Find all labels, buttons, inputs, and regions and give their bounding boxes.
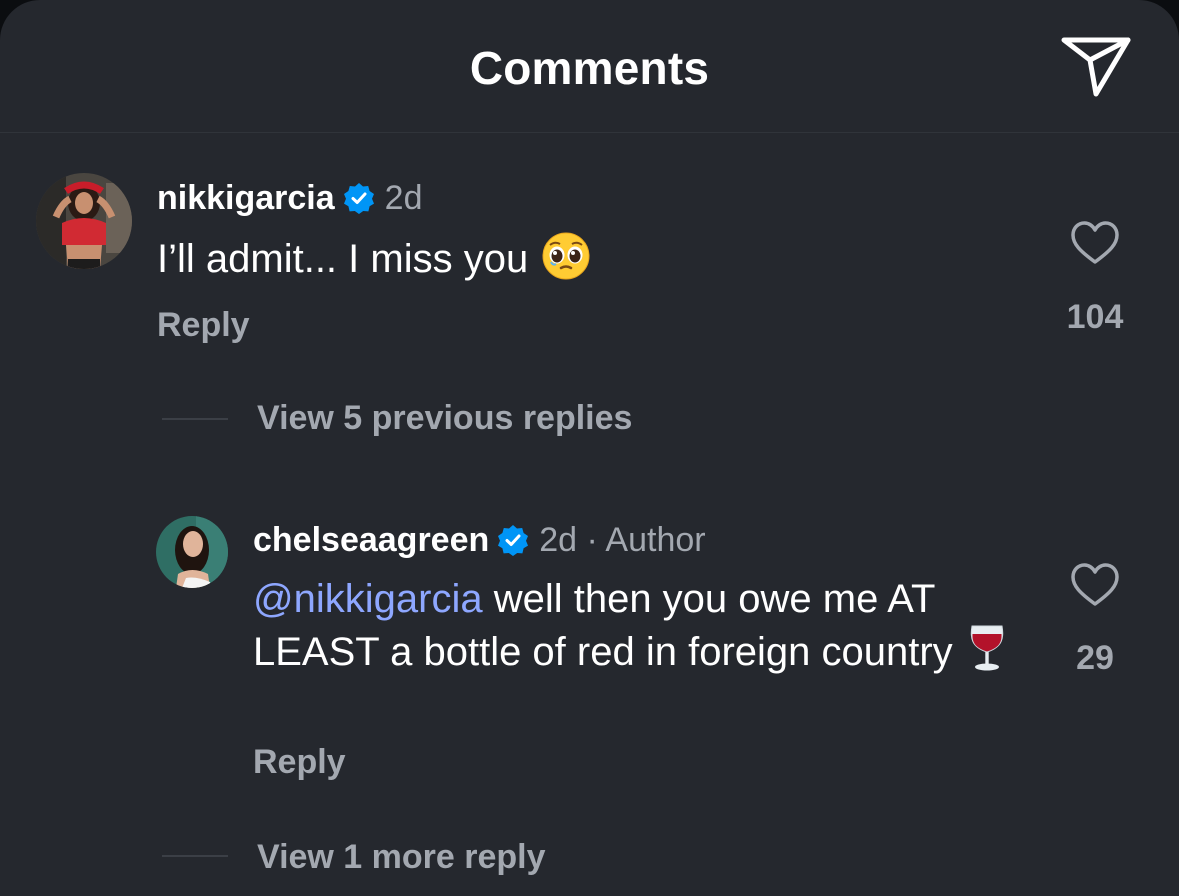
comment-text: I’ll admit... I miss you [157,232,590,283]
comment-body: I’ll admit... I miss you [157,237,529,281]
paper-plane-icon[interactable] [1058,30,1134,100]
reply-button[interactable]: Reply [253,742,346,782]
thread-divider [162,855,228,857]
view-previous-replies-button[interactable]: View 5 previous replies [257,398,632,438]
comment-text: @nikkigarcia well then you owe me AT LEA… [253,575,1033,676]
pleading-face-emoji-icon [542,232,590,280]
username[interactable]: nikkigarcia [157,179,335,218]
comment-meta: nikkigarcia 2d [157,178,422,218]
wine-glass-emoji-icon [970,625,1003,671]
comment-meta: chelseaagreen 2d · Author [253,520,706,560]
username[interactable]: chelseaagreen [253,521,489,560]
comment-time: 2d · Author [539,520,706,559]
comments-sheet: Comments nikkigarcia 2d I’ll admit... I … [0,0,1179,896]
thread-divider [162,418,228,420]
page-title: Comments [469,42,710,94]
view-more-replies-button[interactable]: View 1 more reply [257,837,546,877]
like-count: 29 [1076,639,1114,677]
heart-icon[interactable] [1070,562,1120,608]
mention-link[interactable]: @nikkigarcia [253,577,483,621]
avatar[interactable] [36,173,132,269]
comments-header: Comments [0,0,1179,133]
comment-time: 2d [384,178,423,217]
like-count: 104 [1066,298,1124,336]
verified-badge-icon [343,183,374,214]
heart-icon[interactable] [1070,220,1120,266]
avatar[interactable] [156,516,228,588]
reply-button[interactable]: Reply [157,305,250,345]
verified-badge-icon [498,525,529,556]
